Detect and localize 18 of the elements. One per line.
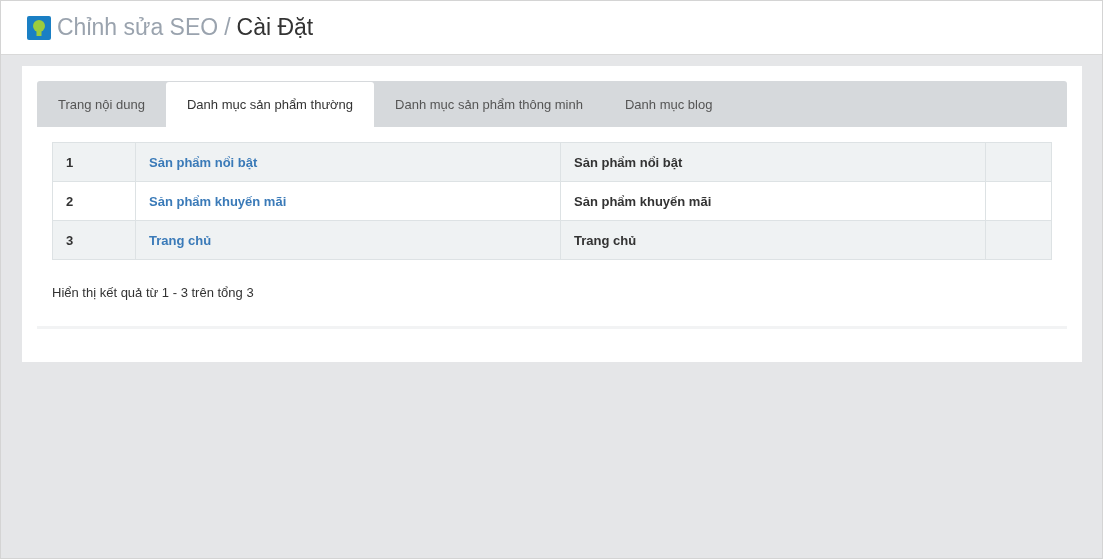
category-link[interactable]: Trang chủ bbox=[149, 232, 212, 248]
table-cell: Sản phẩm nổi bật bbox=[560, 142, 986, 182]
tab[interactable]: Trang nội dung bbox=[37, 81, 166, 127]
table-cell: Sản phẩm khuyến mãi bbox=[560, 181, 986, 221]
lightbulb-icon bbox=[27, 15, 51, 40]
tab[interactable]: Danh mục blog bbox=[603, 81, 734, 127]
result-summary: Hiển thị kết quả từ 1 - 3 trên tổng 3 bbox=[52, 285, 255, 300]
breadcrumb-separator: / bbox=[224, 14, 231, 41]
page-title: Cài Đặt bbox=[236, 14, 314, 41]
tab[interactable]: Danh mục sản phẩm thường bbox=[166, 82, 375, 127]
table-cell: Trang chủ bbox=[560, 220, 986, 260]
table-cell: 2 bbox=[52, 181, 136, 221]
table-cell: 3 bbox=[52, 220, 136, 260]
table-cell: 1 bbox=[52, 142, 136, 182]
category-link[interactable]: Sản phẩm nổi bật bbox=[149, 154, 258, 170]
tab[interactable]: Danh mục sản phẩm thông minh bbox=[374, 81, 604, 127]
section-title: Chỉnh sửa SEO bbox=[57, 14, 219, 41]
category-link[interactable]: Sản phẩm khuyến mãi bbox=[149, 193, 287, 209]
